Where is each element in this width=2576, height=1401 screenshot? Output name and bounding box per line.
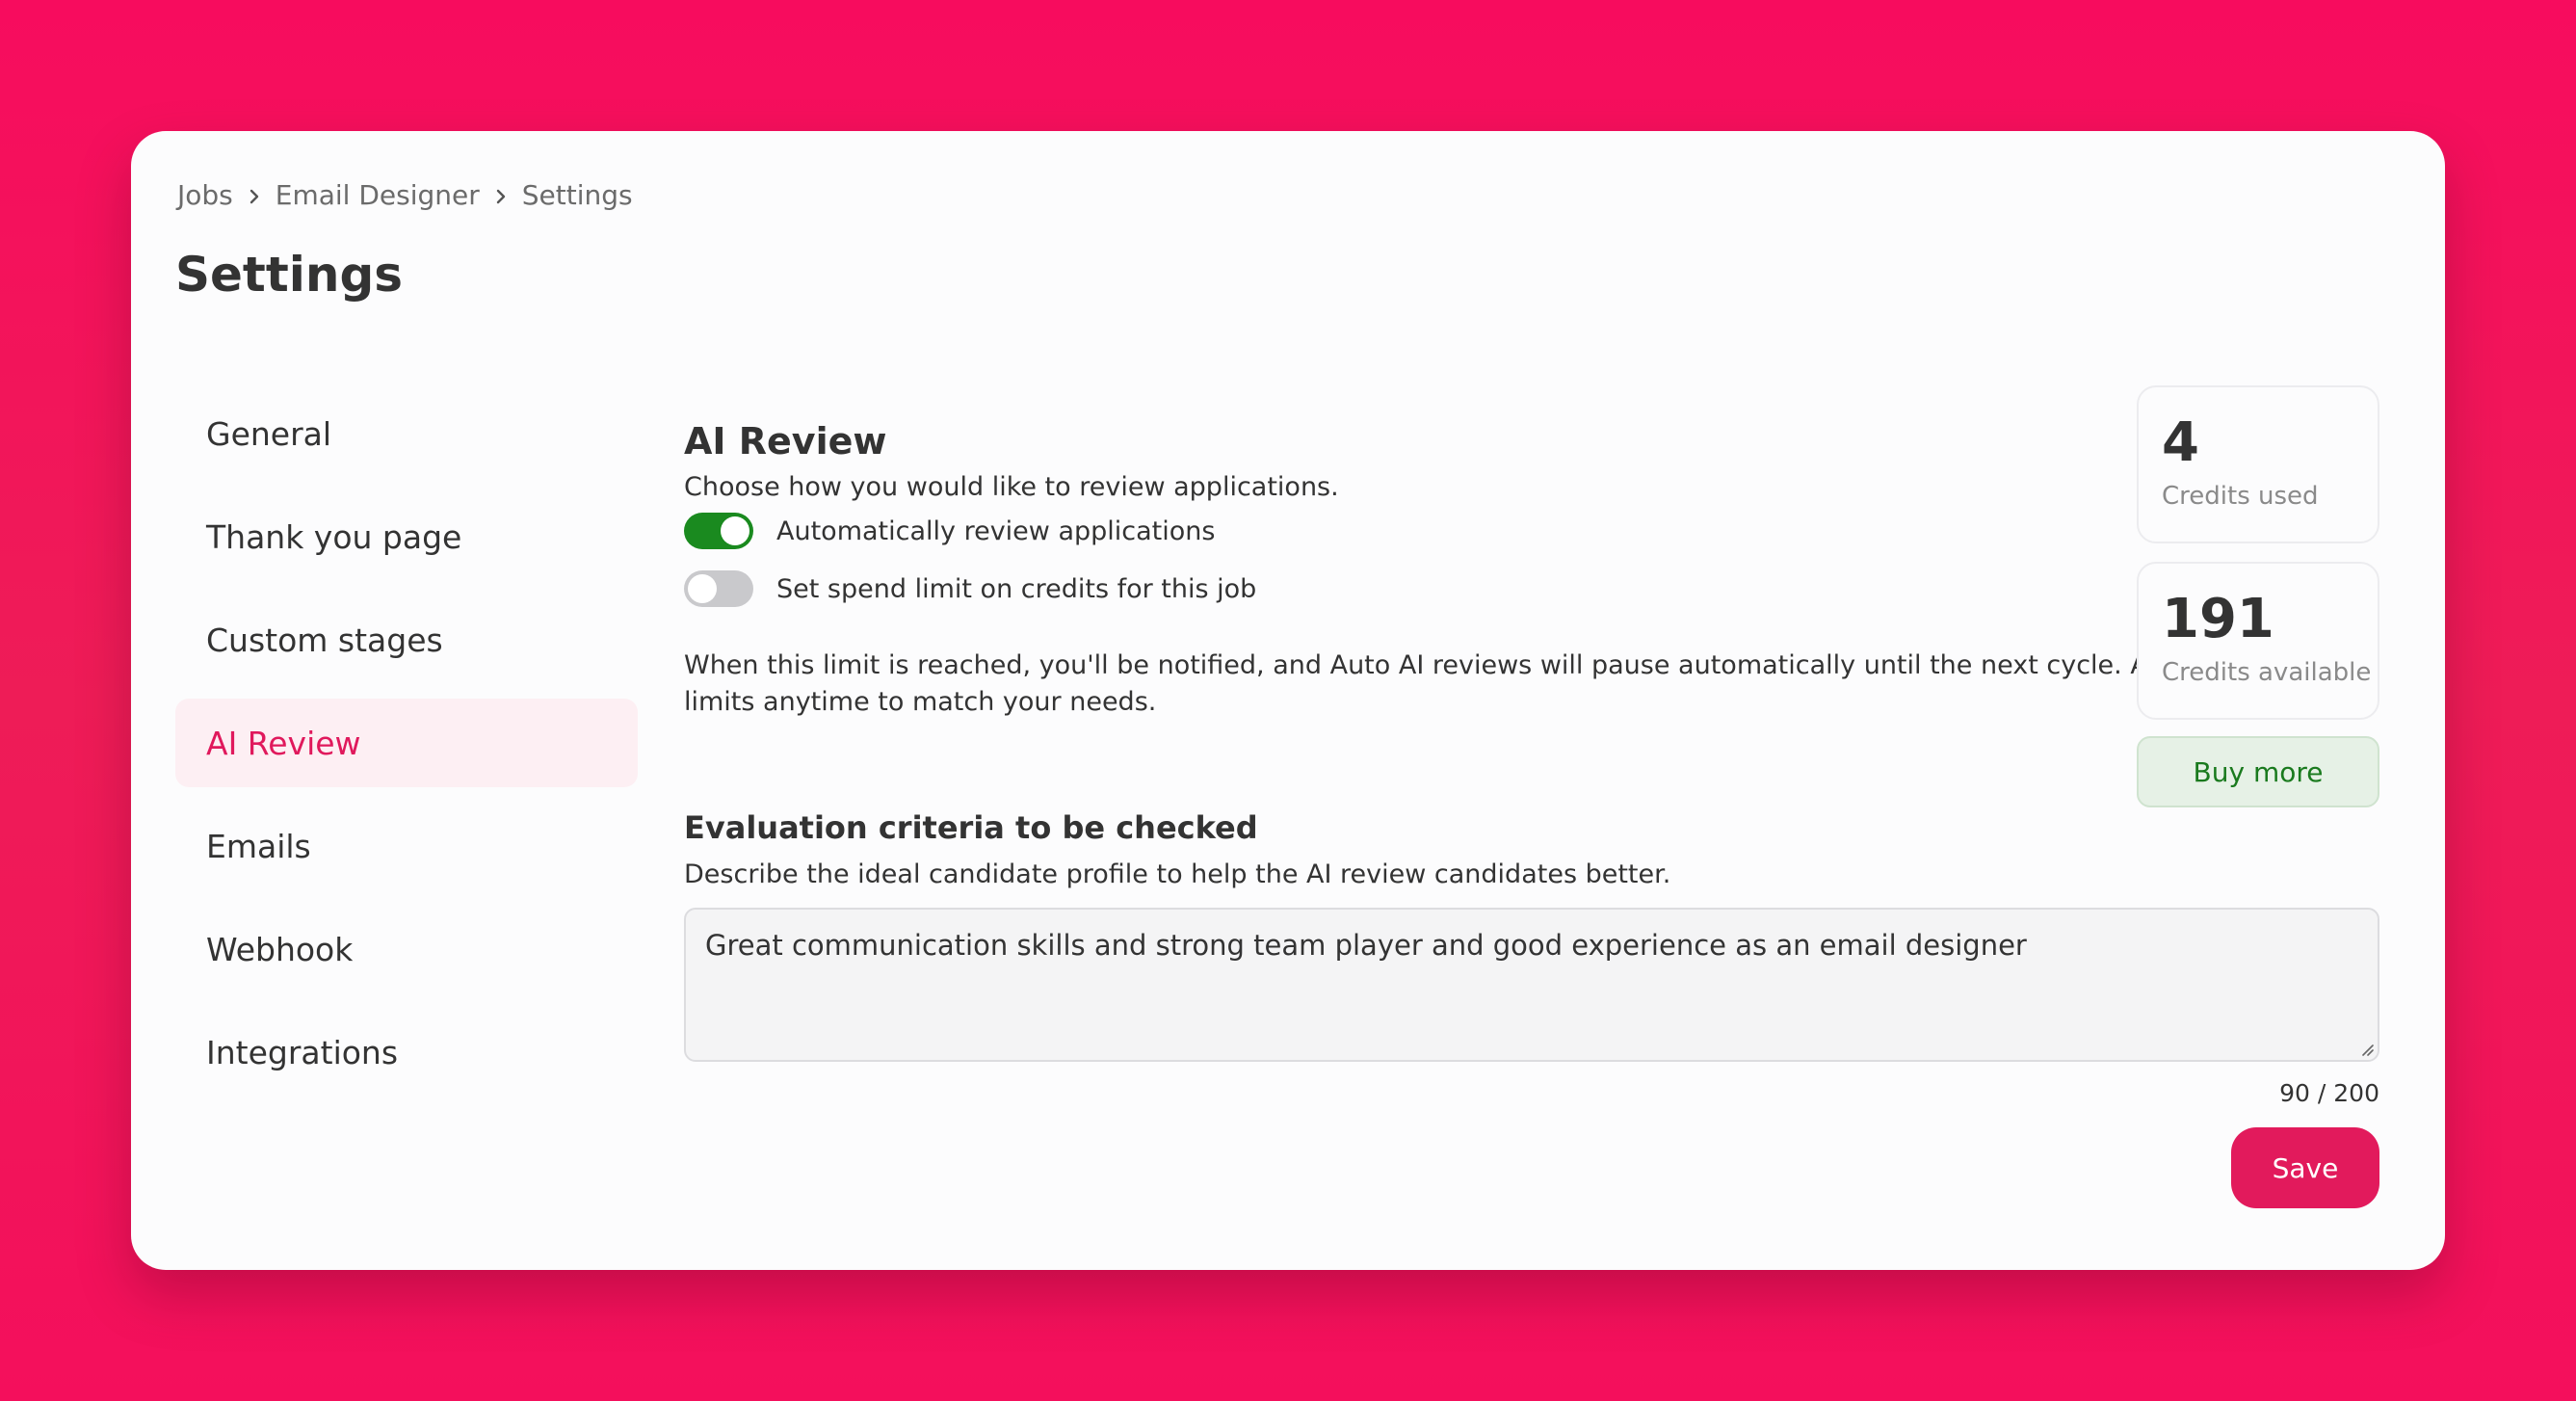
sidebar-item-ai-review[interactable]: AI Review <box>175 699 638 787</box>
buy-more-button[interactable]: Buy more <box>2137 736 2379 807</box>
credits-used-value: 4 <box>2162 411 2199 474</box>
settings-card: Jobs Email Designer Settings Settings Ge… <box>131 131 2445 1270</box>
sidebar-item-thank-you-page[interactable]: Thank you page <box>175 492 638 581</box>
criteria-textarea[interactable]: Great communication skills and strong te… <box>684 908 2379 1062</box>
spend-limit-toggle[interactable] <box>684 570 753 607</box>
breadcrumb-settings: Settings <box>521 179 633 211</box>
breadcrumb-jobs[interactable]: Jobs <box>177 179 233 211</box>
criteria-description: Describe the ideal candidate profile to … <box>684 859 1671 889</box>
character-count: 90 / 200 <box>2279 1079 2379 1107</box>
credits-used-card: 4 Credits used <box>2137 385 2379 543</box>
breadcrumb: Jobs Email Designer Settings <box>177 179 633 211</box>
auto-review-row: Automatically review applications <box>684 513 1215 549</box>
credits-available-value: 191 <box>2162 588 2274 650</box>
sidebar-item-emails[interactable]: Emails <box>175 802 638 890</box>
settings-sidebar: General Thank you page Custom stages AI … <box>175 389 638 1111</box>
auto-review-toggle[interactable] <box>684 513 753 549</box>
sidebar-item-webhook[interactable]: Webhook <box>175 905 638 993</box>
chevron-right-icon <box>480 179 522 211</box>
toggle-knob <box>688 574 717 603</box>
breadcrumb-email-designer[interactable]: Email Designer <box>276 179 480 211</box>
page-title: Settings <box>175 247 404 303</box>
sidebar-item-custom-stages[interactable]: Custom stages <box>175 595 638 684</box>
toggle-knob <box>721 516 749 545</box>
spend-limit-note: When this limit is reached, you'll be no… <box>684 650 2212 717</box>
credits-used-label: Credits used <box>2162 482 2319 511</box>
spend-limit-label: Set spend limit on credits for this job <box>776 573 1257 604</box>
ai-review-title: AI Review <box>684 420 887 463</box>
credits-available-card: 191 Credits available <box>2137 562 2379 720</box>
chevron-right-icon <box>233 179 276 211</box>
save-button[interactable]: Save <box>2231 1127 2379 1208</box>
sidebar-item-general[interactable]: General <box>175 389 638 478</box>
auto-review-label: Automatically review applications <box>776 515 1216 546</box>
sidebar-item-integrations[interactable]: Integrations <box>175 1008 638 1097</box>
spend-limit-row: Set spend limit on credits for this job <box>684 570 1256 607</box>
resize-handle-icon[interactable] <box>2358 1041 2374 1056</box>
criteria-title: Evaluation criteria to be checked <box>684 809 1258 846</box>
ai-review-description: Choose how you would like to review appl… <box>684 472 1339 502</box>
credits-available-label: Credits available <box>2162 658 2372 687</box>
criteria-text: Great communication skills and strong te… <box>705 929 2027 962</box>
